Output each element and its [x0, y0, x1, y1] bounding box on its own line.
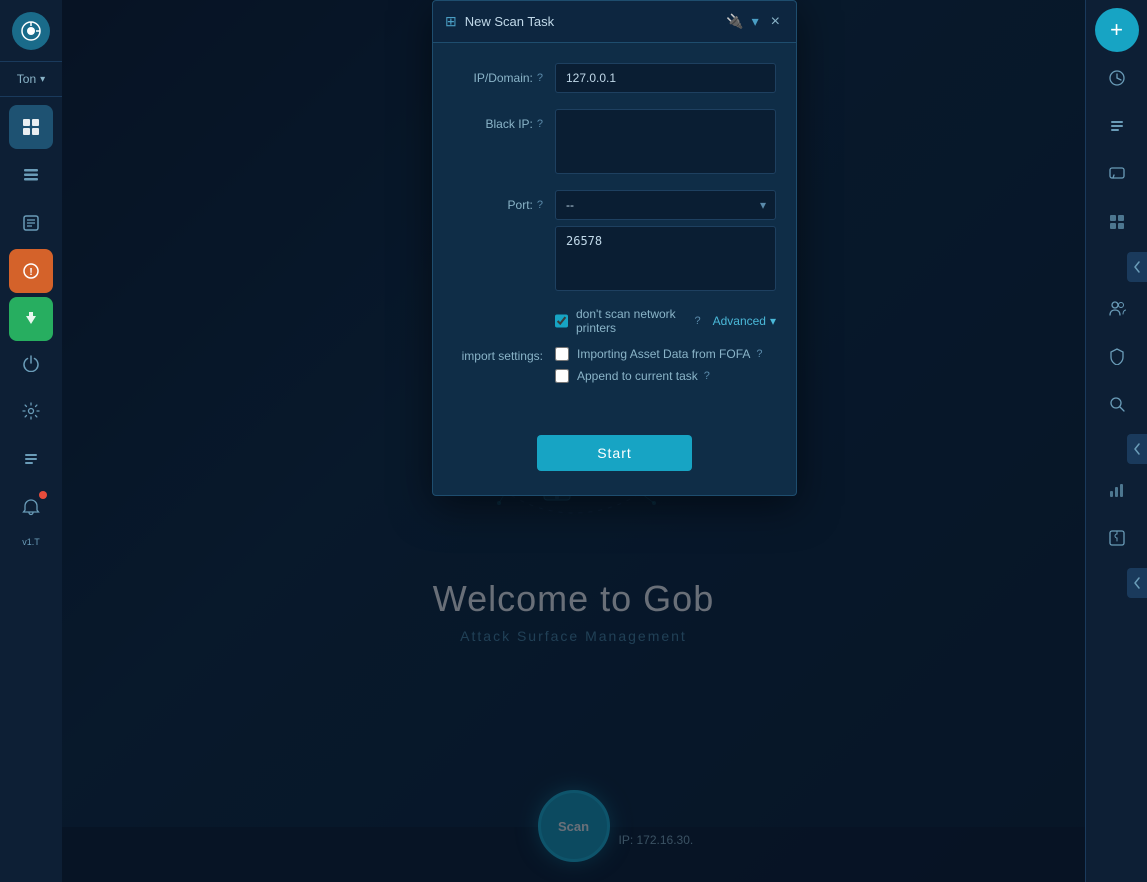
port-row: Port: ? -- Common Ports All Ports Custom	[453, 190, 776, 291]
main-content: Welcome to Gob Attack Surface Management…	[62, 0, 1085, 882]
plugin-icon[interactable]: 🔌	[726, 13, 743, 30]
svg-text:!: !	[29, 267, 32, 278]
user-menu[interactable]: Ton ▾	[0, 62, 62, 97]
right-list-icon[interactable]	[1095, 104, 1139, 148]
append-label[interactable]: Append to current task ?	[577, 369, 710, 383]
import-fofa-help-icon[interactable]: ?	[756, 348, 762, 360]
port-textarea[interactable]: 26578	[555, 226, 776, 291]
dont-scan-row: don't scan network printers ? Advanced ▾	[453, 307, 776, 335]
import-fofa-label[interactable]: Importing Asset Data from FOFA ?	[577, 347, 763, 361]
right-chat-icon[interactable]	[1095, 152, 1139, 196]
left-sidebar: Ton ▾	[0, 0, 62, 882]
start-button[interactable]: Start	[537, 435, 692, 471]
right-clock-icon[interactable]	[1095, 56, 1139, 100]
sidebar-item-assets[interactable]	[9, 153, 53, 197]
modal-header-actions: 🔌 ▾ ×	[726, 11, 784, 33]
version-label: v1.T	[22, 533, 40, 551]
port-controls: -- Common Ports All Ports Custom 26578	[555, 190, 776, 291]
logs-button[interactable]	[9, 437, 53, 481]
right-grid-icon[interactable]	[1095, 200, 1139, 244]
dropdown-icon[interactable]: ▾	[752, 13, 759, 30]
modal-header: ⊞ New Scan Task 🔌 ▾ ×	[433, 1, 796, 43]
black-ip-label: Black IP: ?	[453, 109, 543, 131]
right-add-button[interactable]: +	[1095, 8, 1139, 52]
append-help-icon[interactable]: ?	[704, 370, 710, 382]
import-fofa-checkbox[interactable]	[555, 347, 569, 361]
sidebar-item-vulns[interactable]: !	[9, 249, 53, 293]
new-scan-dialog: ⊞ New Scan Task 🔌 ▾ × IP/Domain: ?	[432, 0, 797, 496]
import-fofa-option: Importing Asset Data from FOFA ?	[555, 347, 763, 361]
black-ip-row: Black IP: ?	[453, 109, 776, 174]
modal-body: IP/Domain: ? Black IP: ? Port:	[433, 43, 796, 419]
alert-badge	[39, 491, 47, 499]
dont-scan-label[interactable]: don't scan network printers ?	[576, 307, 701, 335]
right-expand-button-3[interactable]	[1127, 568, 1147, 598]
right-expand-button-2[interactable]	[1127, 434, 1147, 464]
app-logo	[0, 0, 62, 62]
sidebar-item-plugins[interactable]	[9, 297, 53, 341]
advanced-chevron-icon: ▾	[770, 314, 776, 328]
black-ip-help-icon[interactable]: ?	[537, 118, 543, 130]
modal-title: New Scan Task	[465, 14, 718, 29]
alerts-button[interactable]	[9, 485, 53, 529]
import-options: Importing Asset Data from FOFA ? Append …	[555, 347, 763, 383]
sidebar-bottom: v1.T	[0, 341, 62, 559]
ip-domain-row: IP/Domain: ?	[453, 63, 776, 93]
power-button[interactable]	[9, 341, 53, 385]
append-option: Append to current task ?	[555, 369, 763, 383]
ip-domain-help-icon[interactable]: ?	[537, 72, 543, 84]
right-expand-button[interactable]	[1127, 252, 1147, 282]
right-panel: +	[1085, 0, 1147, 882]
import-settings-section: import settings: Importing Asset Data fr…	[453, 347, 776, 383]
dont-scan-help-icon[interactable]: ?	[694, 315, 700, 327]
settings-button[interactable]	[9, 389, 53, 433]
right-chart-icon[interactable]	[1095, 468, 1139, 512]
logo-icon	[12, 12, 50, 50]
username-label: Ton	[17, 72, 36, 86]
ip-domain-input[interactable]	[555, 63, 776, 93]
modal-footer: Start	[433, 419, 796, 495]
port-select-wrapper: -- Common Ports All Ports Custom	[555, 190, 776, 220]
right-users-icon[interactable]	[1095, 286, 1139, 330]
dont-scan-checkbox[interactable]	[555, 314, 568, 328]
import-label-row: import settings: Importing Asset Data fr…	[453, 347, 776, 383]
port-label: Port: ?	[453, 190, 543, 212]
modal-close-button[interactable]: ×	[767, 11, 784, 33]
sidebar-item-dashboard[interactable]	[9, 105, 53, 149]
black-ip-input[interactable]	[555, 109, 776, 174]
ip-domain-label: IP/Domain: ?	[453, 63, 543, 85]
sidebar-top: Ton ▾	[0, 0, 62, 341]
right-search-icon[interactable]	[1095, 382, 1139, 426]
chevron-down-icon: ▾	[40, 74, 45, 85]
import-settings-label: import settings:	[453, 347, 543, 363]
right-puzzle-icon[interactable]	[1095, 516, 1139, 560]
sidebar-item-tasks[interactable]	[9, 201, 53, 245]
advanced-button[interactable]: Advanced ▾	[713, 314, 776, 328]
right-shield-icon[interactable]	[1095, 334, 1139, 378]
sidebar-nav: !	[0, 97, 62, 341]
append-checkbox[interactable]	[555, 369, 569, 383]
scan-task-icon: ⊞	[445, 13, 457, 30]
port-select[interactable]: -- Common Ports All Ports Custom	[555, 190, 776, 220]
port-help-icon[interactable]: ?	[537, 199, 543, 211]
